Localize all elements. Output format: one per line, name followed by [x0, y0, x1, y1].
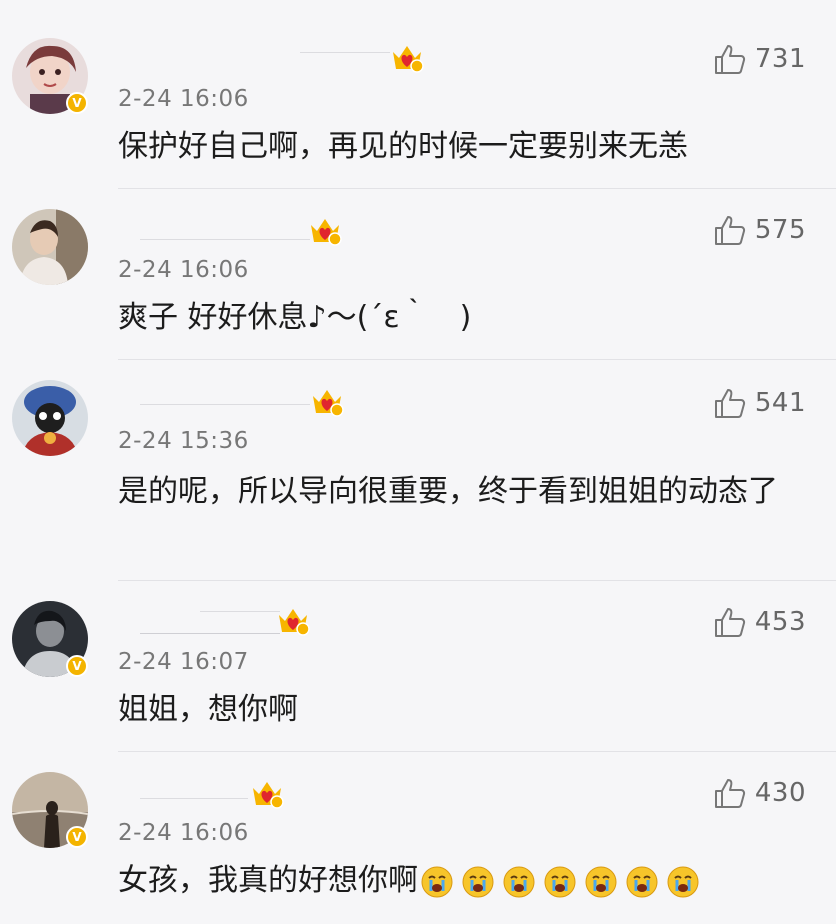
- emoji-row: [420, 865, 700, 899]
- comment-item: 541 2-24 15:36 是的呢，所以导向很重要，终于看到姐姐的动态了: [0, 360, 836, 579]
- thumbs-up-icon: [714, 45, 745, 74]
- crying-face-icon: [584, 865, 618, 899]
- thumbs-up-icon: [714, 779, 745, 808]
- like-count: 430: [754, 778, 806, 808]
- avatar-masked-person-icon: [12, 380, 88, 456]
- comment-item: V 453 2-24 16:07 姐姐，想你啊: [0, 581, 836, 751]
- username-redacted[interactable]: [140, 798, 248, 799]
- comment-timestamp: 2-24 16:06: [118, 257, 249, 283]
- vip-crown-icon: [308, 213, 342, 247]
- vip-crown-icon: [276, 603, 310, 637]
- like-count: 453: [754, 607, 806, 637]
- crying-face-icon: [625, 865, 659, 899]
- user-avatar[interactable]: [12, 209, 88, 285]
- crying-face-icon: [666, 865, 700, 899]
- comment-timestamp: 2-24 16:07: [118, 649, 249, 675]
- comment-item: V 731 2-24 16:06 保护好自己啊，再见的时候一定要别来无恙: [0, 0, 836, 188]
- like-count: 541: [754, 388, 806, 418]
- crying-face-icon: [502, 865, 536, 899]
- crying-face-icon: [543, 865, 577, 899]
- vip-crown-icon: [390, 40, 424, 74]
- avatar-photo-person-icon: [12, 209, 88, 285]
- comment-timestamp: 2-24 15:36: [118, 428, 249, 454]
- verified-badge-icon: V: [66, 655, 88, 677]
- username-redacted[interactable]: [300, 52, 390, 53]
- like-button[interactable]: 731: [713, 42, 806, 76]
- comment-text-block: 女孩，我真的好想你啊: [118, 858, 808, 904]
- comment-text: 保护好自己啊，再见的时候一定要别来无恙: [118, 129, 688, 164]
- comment-timestamp: 2-24 16:06: [118, 820, 249, 846]
- username-redacted[interactable]: [200, 611, 280, 612]
- verified-badge-icon: V: [66, 826, 88, 848]
- username-redacted[interactable]: [140, 404, 310, 405]
- thumbs-up-icon: [714, 389, 745, 418]
- username-redacted[interactable]: [140, 239, 310, 240]
- like-button[interactable]: 430: [713, 776, 806, 810]
- comment-text: 爽子 好好休息♪～(´ε｀ ): [118, 300, 472, 335]
- like-button[interactable]: 575: [713, 213, 806, 247]
- thumbs-up-icon: [714, 608, 745, 637]
- comment-text: 姐姐，想你啊: [118, 692, 298, 727]
- vip-crown-icon: [310, 384, 344, 418]
- vip-crown-icon: [250, 776, 284, 810]
- like-count: 731: [754, 44, 806, 74]
- like-count: 575: [754, 215, 806, 245]
- like-button[interactable]: 541: [713, 386, 806, 420]
- like-button[interactable]: 453: [713, 605, 806, 639]
- user-avatar[interactable]: [12, 380, 88, 456]
- comment-item: V 430 2-24 16:06 女孩，我真的好想你啊: [0, 752, 836, 924]
- comment-text: 女孩，我真的好想你啊: [118, 863, 418, 898]
- comment-timestamp: 2-24 16:06: [118, 86, 249, 112]
- comment-item: 575 2-24 16:06 爽子 好好休息♪～(´ε｀ ): [0, 189, 836, 359]
- comment-text: 是的呢，所以导向很重要，终于看到姐姐的动态了: [118, 474, 778, 509]
- thumbs-up-icon: [714, 216, 745, 245]
- verified-badge-icon: V: [66, 92, 88, 114]
- crying-face-icon: [461, 865, 495, 899]
- username-redacted-line: [140, 633, 280, 634]
- crying-face-icon: [420, 865, 454, 899]
